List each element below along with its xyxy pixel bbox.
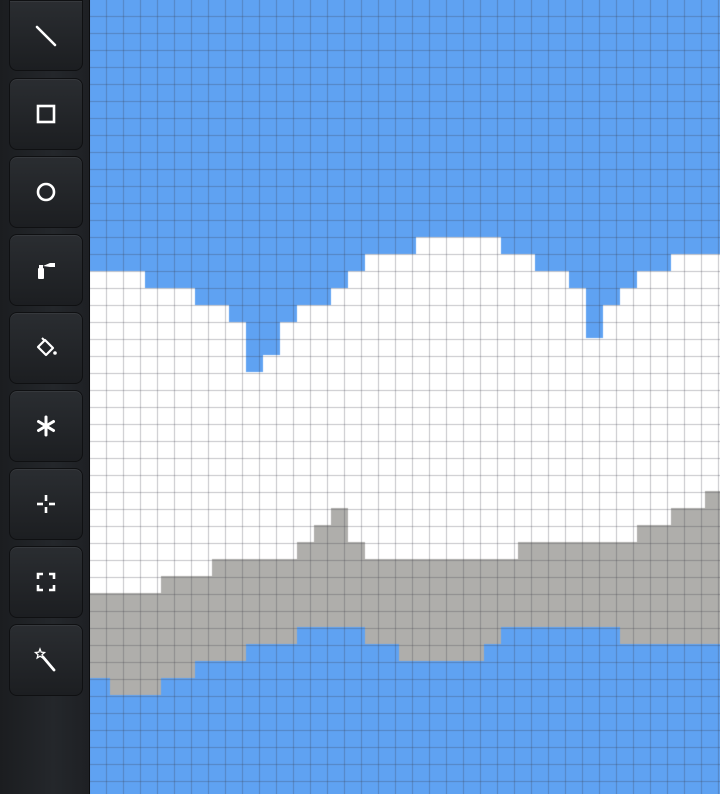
- rectangle-tool-button[interactable]: [9, 78, 83, 150]
- magic-wand-tool-button[interactable]: [9, 624, 83, 696]
- square-icon: [36, 104, 56, 124]
- asterisk-icon: [37, 415, 55, 437]
- spray-tool-button[interactable]: [9, 234, 83, 306]
- spray-can-icon: [38, 263, 55, 279]
- tool-sidebar: [0, 0, 90, 794]
- magic-wand-icon: [33, 647, 56, 672]
- ellipse-tool-button[interactable]: [9, 156, 83, 228]
- move-tool-button[interactable]: [9, 468, 83, 540]
- pixel-canvas-area[interactable]: [0, 0, 720, 794]
- select-tool-button[interactable]: [9, 546, 83, 618]
- circle-icon: [36, 182, 56, 202]
- selection-icon: [36, 572, 56, 592]
- pixel-canvas[interactable]: [0, 0, 720, 794]
- line-icon: [35, 25, 57, 46]
- brush-tool-button[interactable]: [9, 390, 83, 462]
- line-tool-button[interactable]: [9, 0, 83, 71]
- move-icon: [37, 495, 55, 513]
- paint-bucket-icon: [36, 337, 57, 357]
- fill-tool-button[interactable]: [9, 312, 83, 384]
